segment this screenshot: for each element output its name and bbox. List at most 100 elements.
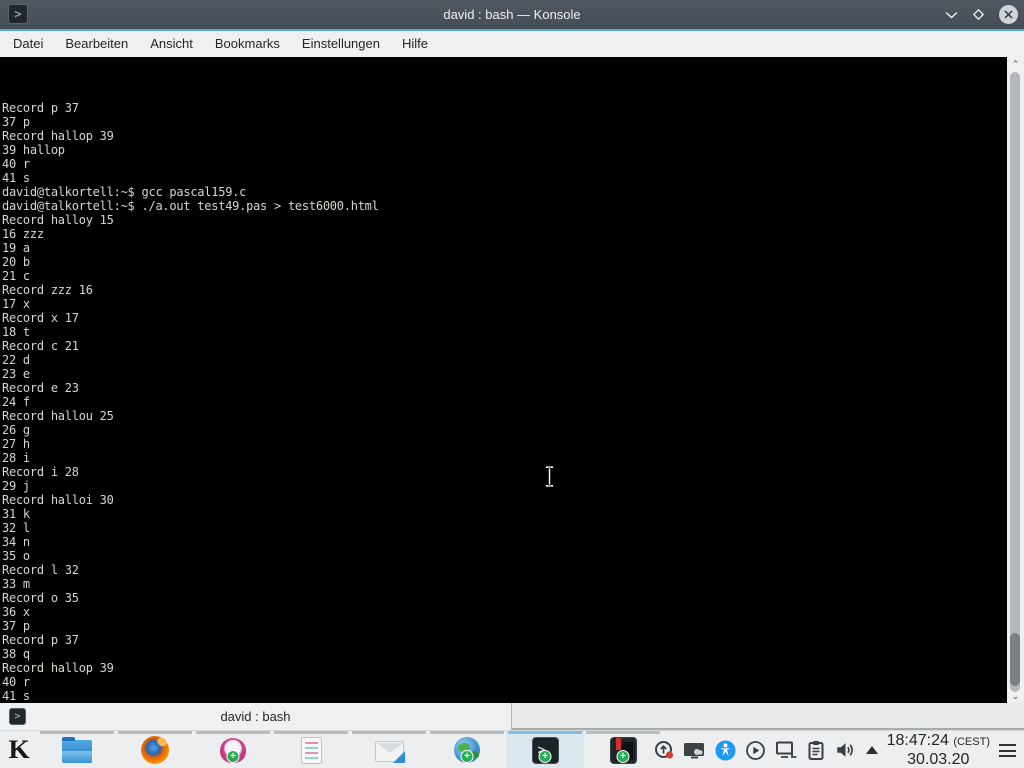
terminal-line: david@talkortell:~$ gcc pascal159.c	[2, 185, 1004, 199]
app-icon	[62, 740, 92, 763]
terminal-line: 33 m	[2, 577, 1004, 591]
terminal-line: 37 p	[2, 115, 1004, 129]
clipboard-icon[interactable]	[807, 740, 825, 761]
menu-bar: DateiBearbeitenAnsichtBookmarksEinstellu…	[0, 31, 1024, 57]
plus-badge-icon: +	[461, 750, 474, 763]
terminal-line: 32 l	[2, 521, 1004, 535]
tab-label: david : bash	[0, 709, 511, 724]
window-title: david : bash — Konsole	[0, 7, 1024, 22]
scroll-up-icon[interactable]: ⌃	[1007, 58, 1024, 70]
terminal-line: 37 p	[2, 619, 1004, 633]
terminal-line: Record o 35	[2, 591, 1004, 605]
app-icon	[375, 741, 404, 762]
terminal-line: 21 c	[2, 269, 1004, 283]
menu-item[interactable]: Hilfe	[391, 31, 439, 57]
task-indicator	[40, 731, 114, 734]
ibeam-mouse-cursor	[543, 465, 556, 493]
task-button[interactable]	[38, 731, 116, 768]
terminal-line: 23 e	[2, 367, 1004, 381]
terminal-line: Record halloi 30	[2, 493, 1004, 507]
task-indicator	[586, 731, 660, 734]
terminal-view[interactable]: Record p 3737 pRecord hallop 3939 hallop…	[0, 57, 1024, 703]
panel-menu-icon[interactable]	[999, 744, 1016, 757]
app-icon	[141, 736, 169, 764]
terminal-scrollbar[interactable]: ⌃ ⌄	[1007, 57, 1024, 703]
terminal-line: 20 b	[2, 255, 1004, 269]
terminal-line: 31 k	[2, 507, 1004, 521]
menu-item[interactable]: Ansicht	[139, 31, 204, 57]
scroll-down-icon[interactable]: ⌄	[1007, 690, 1024, 702]
close-button[interactable]	[999, 5, 1018, 24]
task-button[interactable]: +	[194, 731, 272, 768]
display-network-icon[interactable]	[775, 740, 798, 760]
maximize-button[interactable]	[972, 8, 985, 21]
terminal-line: 40 r	[2, 157, 1004, 171]
task-button[interactable]: +	[428, 731, 506, 768]
expand-tray-icon[interactable]	[866, 746, 878, 754]
terminal-line: 41 s	[2, 689, 1004, 703]
task-button[interactable]: +	[584, 731, 662, 768]
scrollbar-groove[interactable]	[1010, 72, 1020, 692]
terminal-line: 28 i	[2, 451, 1004, 465]
terminal-line: 17 x	[2, 297, 1004, 311]
terminal-line: 40 r	[2, 675, 1004, 689]
menu-item[interactable]: Bearbeiten	[54, 31, 139, 57]
app-icon: +	[610, 737, 637, 764]
plus-badge-icon: +	[539, 750, 552, 763]
digital-clock[interactable]: 18:47:24 (CEST) 30.03.20	[887, 732, 990, 768]
scrollbar-thumb[interactable]	[1010, 633, 1020, 686]
app-icon: +	[220, 738, 246, 763]
terminal-line: 34 n	[2, 535, 1004, 549]
window-titlebar[interactable]: > david : bash — Konsole	[0, 0, 1024, 29]
terminal-line: Record halloy 15	[2, 213, 1004, 227]
menu-item[interactable]: Einstellungen	[291, 31, 391, 57]
task-indicator	[430, 731, 504, 734]
terminal-line: Record x 17	[2, 311, 1004, 325]
terminal-line: david@talkortell:~$ ./a.out test49.pas >…	[2, 199, 1004, 213]
desktop-screen: > david : bash — Konsole DateiBearbeiten…	[0, 0, 1024, 768]
clock-date: 30.03.20	[887, 751, 990, 768]
accessibility-icon[interactable]	[715, 740, 736, 761]
terminal-line: 24 f	[2, 395, 1004, 409]
task-button[interactable]	[116, 731, 194, 768]
volume-icon[interactable]	[834, 739, 857, 761]
terminal-line: 29 j	[2, 479, 1004, 493]
minimize-button[interactable]	[945, 11, 958, 19]
task-button[interactable]	[350, 731, 428, 768]
terminal-line: 19 a	[2, 241, 1004, 255]
menu-item[interactable]: Datei	[2, 31, 54, 57]
terminal-line: 35 o	[2, 549, 1004, 563]
terminal-line: 26 g	[2, 423, 1004, 437]
terminal-line: Record c 21	[2, 339, 1004, 353]
terminal-line: 39 hallop	[2, 143, 1004, 157]
media-player-icon[interactable]	[745, 740, 766, 761]
terminal-line: 41 s	[2, 171, 1004, 185]
menu-item[interactable]: Bookmarks	[204, 31, 291, 57]
task-indicator	[196, 731, 270, 734]
plus-badge-icon: +	[617, 750, 630, 763]
terminal-line: 18 t	[2, 325, 1004, 339]
software-updates-icon[interactable]	[654, 740, 674, 760]
tab-david-bash[interactable]: > david : bash	[0, 703, 512, 730]
terminal-line: 22 d	[2, 353, 1004, 367]
terminal-line: 36 x	[2, 605, 1004, 619]
taskbar-panel: K +	[0, 730, 1024, 768]
kde-logo-icon: K	[8, 736, 29, 764]
task-button[interactable]	[272, 731, 350, 768]
task-indicator	[508, 731, 582, 734]
terminal-line: Record hallou 25	[2, 409, 1004, 423]
terminal-line: Record l 32	[2, 563, 1004, 577]
terminal-line: 27 h	[2, 437, 1004, 451]
terminal-line: Record hallop 39	[2, 129, 1004, 143]
clock-time: 18:47:24	[887, 732, 949, 749]
task-button[interactable]: +	[506, 731, 584, 768]
application-launcher-button[interactable]: K	[0, 731, 38, 768]
terminal-output[interactable]: Record p 3737 pRecord hallop 3939 hallop…	[2, 59, 1004, 731]
screen-layout-icon[interactable]	[683, 740, 706, 760]
terminal-line: Record i 28	[2, 465, 1004, 479]
app-icon: +	[532, 737, 559, 764]
terminal-line: 16 zzz	[2, 227, 1004, 241]
terminal-line: Record p 37	[2, 633, 1004, 647]
terminal-line: 38 q	[2, 647, 1004, 661]
tab-bar: > david : bash	[0, 703, 1024, 730]
